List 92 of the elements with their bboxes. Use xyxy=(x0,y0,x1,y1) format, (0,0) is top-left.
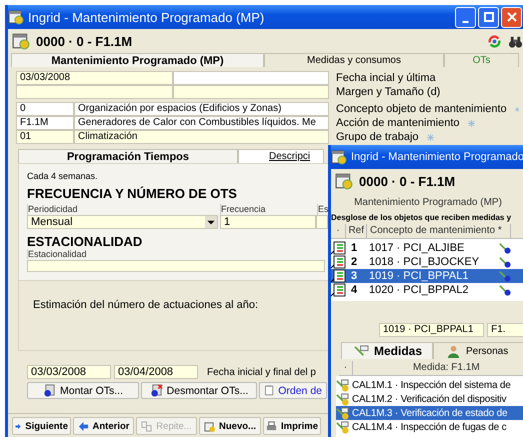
window-title: Ingrid - Mantenimiento Programado (MP) xyxy=(28,10,264,24)
input-field[interactable]: Climatización xyxy=(74,130,329,144)
summary-text: Cada 4 semanas. xyxy=(27,171,98,181)
new-icon xyxy=(204,420,216,432)
input-field[interactable] xyxy=(316,215,328,229)
tab[interactable]: Mantenimiento Programado (MP) xyxy=(11,53,264,67)
person-icon xyxy=(446,344,461,358)
column-header: Medida: F1.1M xyxy=(352,361,523,375)
field-label: Fecha incial y última xyxy=(336,72,436,84)
lookup-icon[interactable] xyxy=(468,120,475,126)
input-field[interactable]: Generadores de Calor con Combustibles líquidos. Me xyxy=(74,116,329,130)
column-header: Estacionalidad xyxy=(27,249,326,259)
wrench-icon xyxy=(336,378,349,392)
wrench-icon xyxy=(499,242,511,254)
column-header: Concepto de mantenimiento * xyxy=(367,224,511,238)
section-title: Desglose de los objetos que reciben medidas y xyxy=(331,213,512,222)
list-row[interactable]: CAL1M.1 · Inspección del sistema de xyxy=(336,378,523,392)
column-header: · xyxy=(331,224,346,238)
close-icon xyxy=(506,12,516,22)
start-date-field[interactable]: 03/03/2008 xyxy=(27,365,111,379)
input-field[interactable] xyxy=(16,85,173,99)
swirl-icon[interactable] xyxy=(487,34,502,48)
selected-object-field[interactable]: 1019 · PCI_BPPAL1 xyxy=(379,323,484,337)
field-label: Concepto objeto de mantenimiento xyxy=(336,103,507,115)
wrench-icon xyxy=(336,406,349,420)
list-row[interactable]: CAL1M.4 · Inspección de fugas de c xyxy=(336,420,523,434)
lookup-icon[interactable] xyxy=(426,134,434,140)
wrench-icon xyxy=(336,392,349,406)
action-button[interactable]: Orden de xyxy=(259,382,327,399)
wrench-icon xyxy=(499,284,511,296)
input-field[interactable] xyxy=(173,71,329,85)
section-heading: ESTACIONALIDAD xyxy=(27,234,142,249)
tab[interactable]: Descripci xyxy=(238,149,324,163)
field-label: Grupo de trabajo xyxy=(336,131,419,143)
document-remove-icon xyxy=(150,384,163,397)
code-field[interactable]: F1. xyxy=(487,323,523,337)
maximize-button[interactable] xyxy=(478,6,499,28)
lookup-icon[interactable] xyxy=(514,106,519,112)
estimate-label: Estimación del número de actuaciones al año: xyxy=(33,299,258,311)
tab[interactable]: Programación Tiempos xyxy=(18,149,238,163)
list-row[interactable]: 2 1018 · PCI_BJOCKEY xyxy=(331,255,523,269)
input-field[interactable]: 03/03/2008 xyxy=(16,71,173,85)
wrench-icon xyxy=(336,420,349,434)
column-header: Ref xyxy=(346,224,367,238)
input-field[interactable]: F1.1M xyxy=(16,116,74,130)
field-label: Margen y Tamaño (d) xyxy=(336,86,440,98)
seasonality-field[interactable] xyxy=(27,260,325,272)
calendar-icon xyxy=(12,32,30,50)
end-date-field[interactable]: 03/04/2008 xyxy=(114,365,198,379)
input-field[interactable]: Organización por espacios (Edificios y Zonas) xyxy=(74,102,329,116)
input-field[interactable]: 0 xyxy=(16,102,74,116)
document-icon xyxy=(42,384,56,397)
list-row[interactable]: 4 1020 · PCI_BPPAL2 xyxy=(331,283,523,297)
toolbar-button[interactable]: Nuevo... xyxy=(199,417,261,435)
list-row[interactable]: 1 1017 · PCI_ALJIBE xyxy=(331,241,523,255)
print-icon xyxy=(266,420,278,432)
wrench-icon xyxy=(354,344,369,358)
calendar-icon xyxy=(335,172,353,190)
input-field[interactable] xyxy=(173,85,329,99)
periodicity-dropdown[interactable]: Mensual xyxy=(27,215,218,229)
tab[interactable]: Personas xyxy=(433,342,523,359)
column-header: · xyxy=(339,361,353,375)
tab[interactable]: Medidas y consumos xyxy=(264,53,444,67)
tab[interactable]: Medidas xyxy=(341,342,433,359)
list-row[interactable]: 3 1019 · PCI_BPPAL1 xyxy=(331,269,523,283)
clipboard-icon xyxy=(264,384,274,397)
toolbar-button[interactable]: Siguiente xyxy=(12,417,71,435)
section-heading: FRECUENCIA Y NÚMERO DE OTS xyxy=(27,186,237,201)
action-button[interactable]: Montar OTs... xyxy=(27,382,139,399)
wrench-icon xyxy=(499,270,511,282)
list-row[interactable]: CAL1M.2 · Verificación del dispositiv xyxy=(336,392,523,406)
close-button[interactable] xyxy=(501,6,522,28)
toolbar-button[interactable]: Imprime xyxy=(263,417,321,435)
tab[interactable]: OTs xyxy=(444,53,519,67)
prev-icon xyxy=(78,420,89,432)
minimize-button[interactable] xyxy=(455,6,476,28)
field-label: Acción de mantenimiento xyxy=(336,117,460,129)
input-field[interactable]: 01 xyxy=(16,130,74,144)
list-row[interactable]: CAL1M.3 · Verificación de estado de xyxy=(336,406,523,420)
calendar-icon xyxy=(8,9,24,25)
section-caption: Mantenimiento Programado (MP) xyxy=(354,197,502,208)
calendar-icon xyxy=(331,149,347,165)
repeat-icon xyxy=(141,420,152,432)
record-title: 0000 · 0 - F1.1M xyxy=(36,34,132,48)
wrench-icon xyxy=(499,256,511,268)
action-button[interactable]: Desmontar OTs... xyxy=(141,382,257,399)
frequency-field[interactable]: 1 xyxy=(220,215,316,229)
record-title: 0000 · 0 - F1.1M xyxy=(359,174,456,188)
maximize-icon xyxy=(484,12,494,22)
minimize-icon xyxy=(462,20,469,22)
toolbar-button[interactable]: Anterior xyxy=(73,417,134,435)
dates-label: Fecha inicial y final del p xyxy=(207,366,316,378)
